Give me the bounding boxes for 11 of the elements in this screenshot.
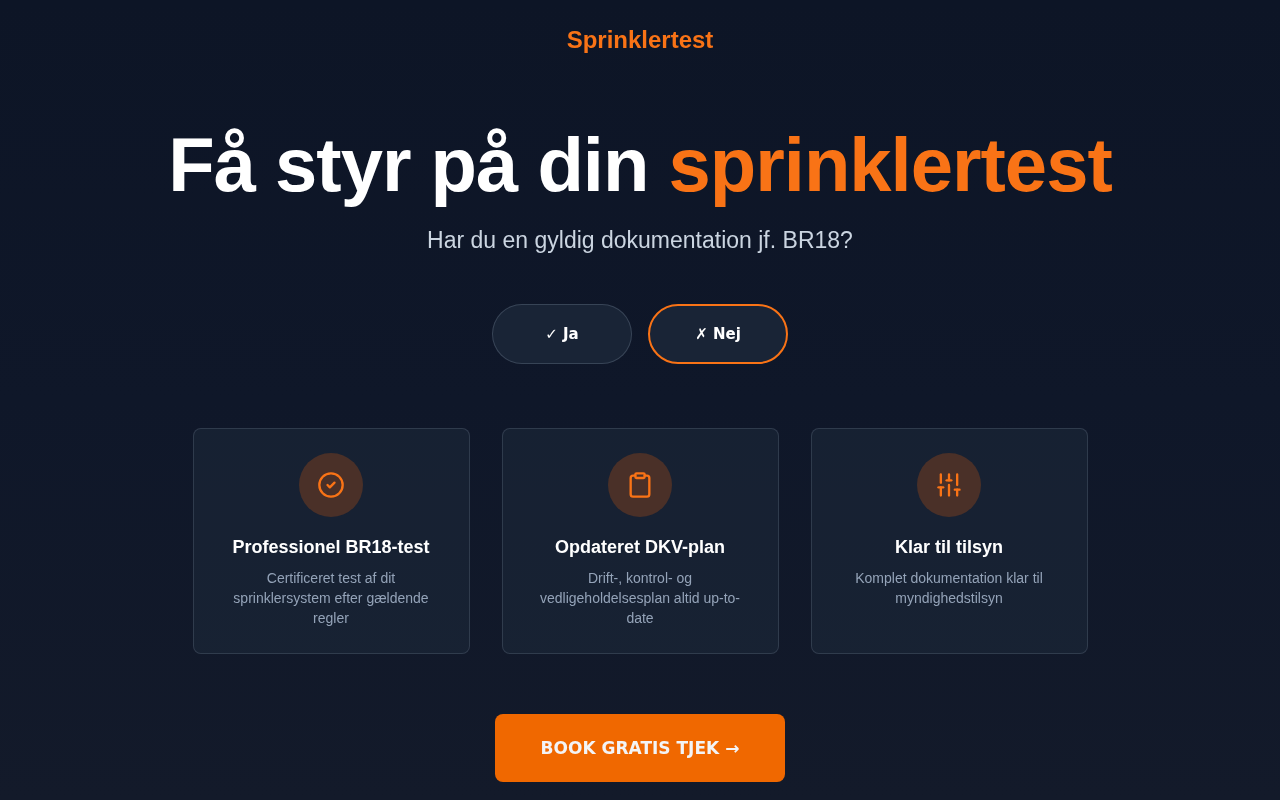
subtitle: Har du en gyldig dokumentation jf. BR18? <box>427 226 853 255</box>
answer-option[interactable]: ✗ Nej <box>648 304 788 364</box>
feature-description: Certificeret test af dit sprinklersystem efter gældende regler <box>232 569 430 628</box>
brand-name: Sprinklertest <box>566 25 714 55</box>
feature-description: Komplet dokumentation klar til myndighedstilsyn <box>854 569 1044 608</box>
feature-title: Professionel BR18-test <box>232 536 430 559</box>
feature-title: Klar til tilsyn <box>895 536 1003 559</box>
answer-option[interactable]: ✓ Ja <box>492 304 632 364</box>
feature-title: Opdateret DKV-plan <box>555 536 725 559</box>
feature-description: Drift-, kontrol- og vedligeholdelsesplan altid up-to-date <box>539 569 741 628</box>
headline: Få styr på din sprinklertest <box>168 123 1112 207</box>
